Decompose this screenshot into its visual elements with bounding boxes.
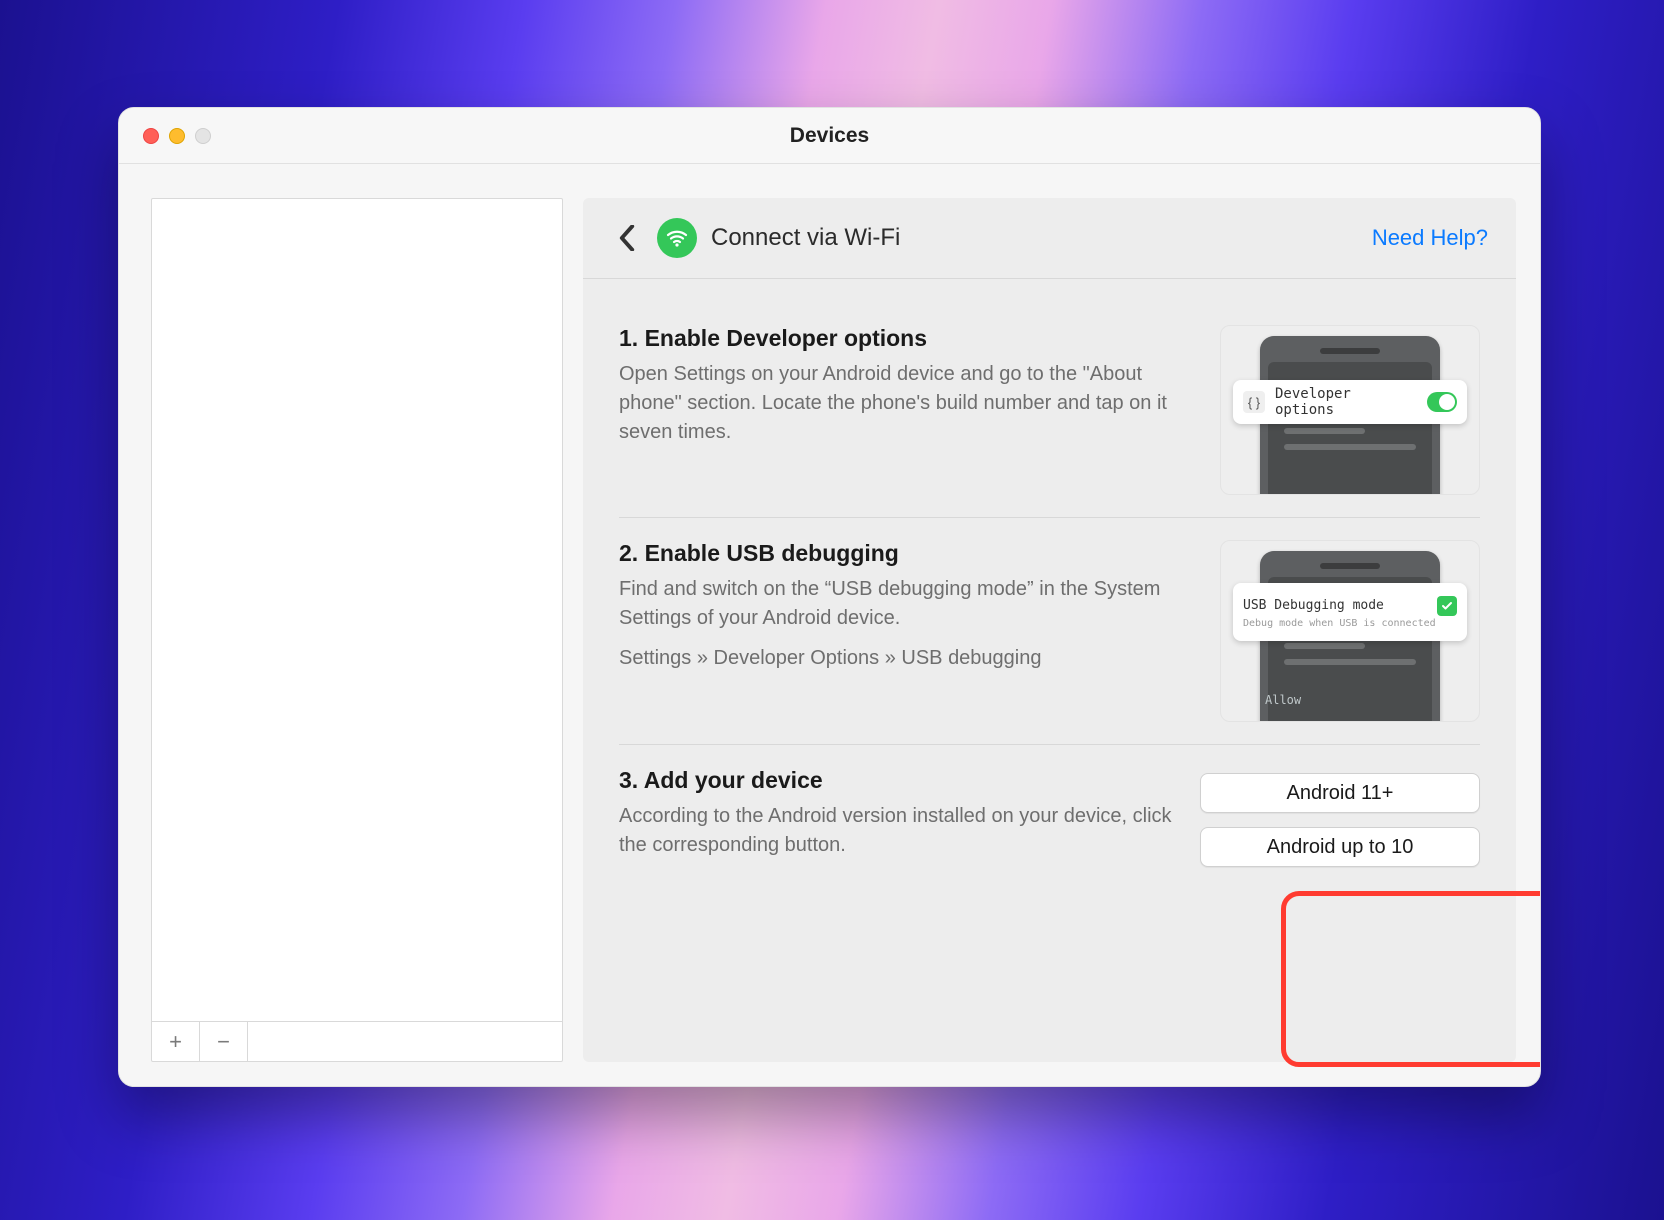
- allow-label: Allow: [1265, 693, 1301, 707]
- page-title: Connect via Wi-Fi: [711, 224, 900, 252]
- step-3-desc: According to the Android version install…: [619, 802, 1172, 860]
- step-2: 2. Enable USB debugging Find and switch …: [619, 518, 1480, 745]
- usb-debugging-callout: USB Debugging mode Debug mode when USB i…: [1233, 583, 1467, 641]
- device-list-sidebar: + −: [151, 198, 563, 1062]
- step-1-desc: Open Settings on your Android device and…: [619, 360, 1192, 447]
- main-header: Connect via Wi-Fi Need Help?: [583, 198, 1516, 279]
- sidebar-footer-spacer: [248, 1022, 562, 1061]
- window-controls: [143, 128, 211, 144]
- step-2-path: Settings » Developer Options » USB debug…: [619, 647, 1192, 670]
- titlebar: Devices: [119, 108, 1540, 164]
- step-3-title: 3. Add your device: [619, 767, 1172, 794]
- android-up-to-10-button[interactable]: Android up to 10: [1200, 827, 1480, 867]
- callout-sublabel: Debug mode when USB is connected: [1243, 618, 1436, 629]
- sidebar-footer: + −: [152, 1021, 562, 1061]
- android-version-buttons: Android 11+ Android up to 10: [1200, 767, 1480, 867]
- back-button[interactable]: [611, 222, 643, 254]
- step-2-title: 2. Enable USB debugging: [619, 540, 1192, 567]
- main-panel: Connect via Wi-Fi Need Help? 1. Enable D…: [583, 198, 1516, 1062]
- wifi-icon: [657, 218, 697, 258]
- zoom-window-button[interactable]: [195, 128, 211, 144]
- add-device-button[interactable]: +: [152, 1022, 200, 1061]
- callout-label: Developer options: [1275, 386, 1417, 418]
- step-3: 3. Add your device According to the Andr…: [619, 745, 1480, 889]
- checkbox-on-icon: [1437, 596, 1457, 616]
- step-2-desc: Find and switch on the “USB debugging mo…: [619, 575, 1192, 633]
- developer-options-callout: { } Developer options: [1233, 380, 1467, 424]
- device-list: [152, 199, 562, 1021]
- window-title: Devices: [119, 124, 1540, 148]
- need-help-link[interactable]: Need Help?: [1372, 225, 1488, 251]
- android-11-plus-button[interactable]: Android 11+: [1200, 773, 1480, 813]
- steps-list: 1. Enable Developer options Open Setting…: [583, 279, 1516, 913]
- step-2-illustration: USB Debugging mode Debug mode when USB i…: [1220, 540, 1480, 722]
- callout-label: USB Debugging mode: [1243, 598, 1429, 613]
- chevron-left-icon: [619, 225, 635, 251]
- toggle-on-icon: [1427, 392, 1457, 412]
- step-1-illustration: { } Developer options: [1220, 325, 1480, 495]
- devices-window: Devices + − Connect via Wi-Fi Need Help?: [118, 107, 1541, 1087]
- minimize-window-button[interactable]: [169, 128, 185, 144]
- remove-device-button[interactable]: −: [200, 1022, 248, 1061]
- step-1-title: 1. Enable Developer options: [619, 325, 1192, 352]
- close-window-button[interactable]: [143, 128, 159, 144]
- step-1: 1. Enable Developer options Open Setting…: [619, 303, 1480, 518]
- braces-icon: { }: [1243, 391, 1265, 413]
